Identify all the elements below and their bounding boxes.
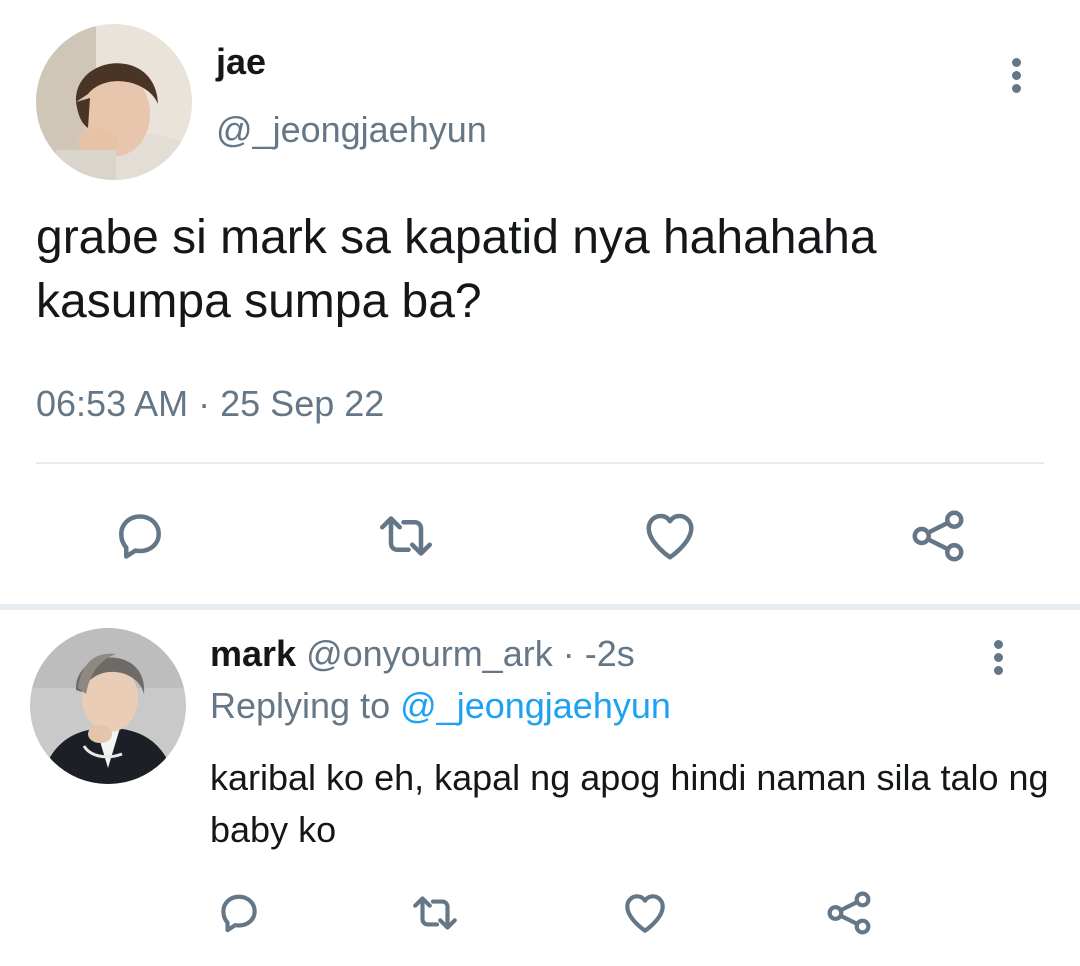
like-button[interactable] <box>640 506 700 566</box>
reply-text: karibal ko eh, kapal ng apog hindi naman… <box>210 757 1049 850</box>
avatar-mark[interactable] <box>30 628 186 784</box>
replying-to-label: Replying to <box>210 685 391 726</box>
replying-to: Replying to @_jeongjaehyun <box>210 682 671 730</box>
meta-separator: · <box>198 383 211 424</box>
more-vertical-icon[interactable] <box>996 52 1036 98</box>
reply-author-handle[interactable]: @onyourm_ark <box>306 633 553 674</box>
avatar-jae-image <box>36 24 192 180</box>
heart-icon <box>625 894 665 933</box>
retweet-button[interactable] <box>376 506 436 566</box>
reply-icon <box>221 894 257 933</box>
retweet-icon <box>380 516 432 556</box>
heart-icon <box>646 513 694 560</box>
avatar-jae[interactable] <box>36 24 192 180</box>
reply-button[interactable] <box>214 888 264 938</box>
tweet-text: grabe si mark sa kapatid nya hahahaha ka… <box>36 211 877 328</box>
tweet-timestamp: 06:53 AM · 25 Sep 22 <box>36 380 384 428</box>
tweet-time: 06:53 AM <box>36 383 189 424</box>
more-vertical-icon[interactable] <box>978 634 1018 680</box>
reply-button[interactable] <box>110 506 170 566</box>
share-button[interactable] <box>908 506 968 566</box>
replying-to-handle-link[interactable]: @_jeongjaehyun <box>400 685 671 726</box>
share-icon <box>827 891 871 935</box>
author-handle[interactable]: @_jeongjaehyun <box>216 106 487 154</box>
tweet-date: 25 Sep 22 <box>220 383 385 424</box>
meta-separator: · <box>562 633 575 674</box>
divider <box>36 462 1044 464</box>
author-display-name[interactable]: jae <box>216 38 266 86</box>
reply-icon <box>119 514 161 559</box>
reply-author-display-name[interactable]: mark <box>210 633 296 674</box>
retweet-button[interactable] <box>410 888 460 938</box>
like-button[interactable] <box>620 888 670 938</box>
share-button[interactable] <box>824 888 874 938</box>
avatar-mark-image <box>30 628 186 784</box>
reply-time: -2s <box>584 633 635 674</box>
share-icon <box>912 510 964 562</box>
retweet-icon <box>413 896 457 930</box>
reply-header: mark @onyourm_ark · -2s <box>210 630 635 678</box>
section-divider <box>0 604 1080 610</box>
